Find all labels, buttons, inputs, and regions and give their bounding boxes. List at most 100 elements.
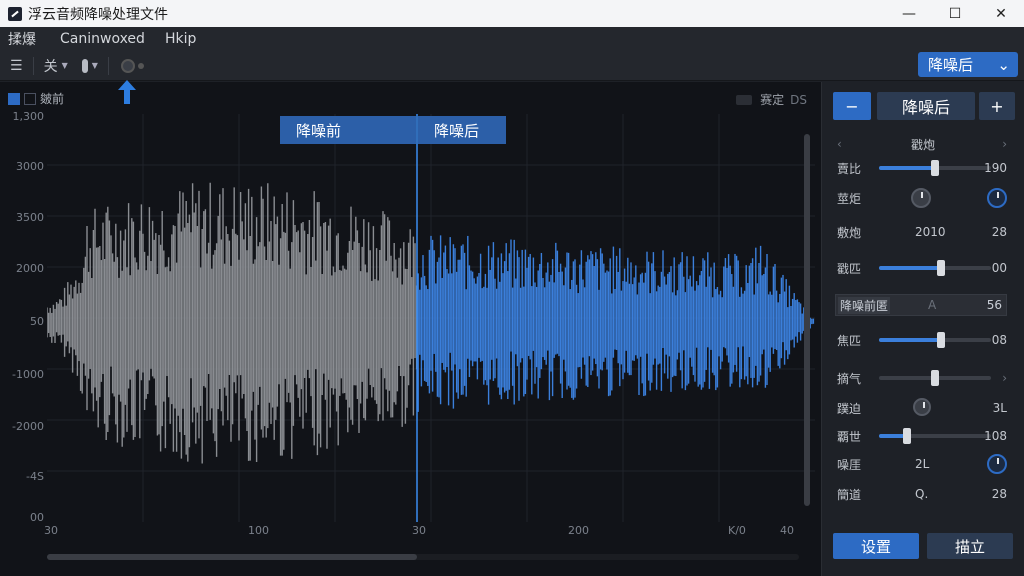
x-tick-label: K/0	[728, 524, 746, 537]
panel-left-label: 皴前	[40, 92, 65, 106]
menu-bar: 揉爆 Caninwoxed Hkip	[0, 27, 1024, 51]
mic-icon	[81, 58, 88, 73]
x-tick-label: 30	[44, 524, 58, 537]
y-tick-label: 1,300	[12, 110, 45, 123]
filter-label: 关	[43, 58, 58, 75]
slider-fill	[879, 266, 941, 270]
waveform-plot[interactable]	[47, 114, 815, 522]
x-tick-label: 200	[568, 524, 589, 537]
maximize-button[interactable]: ☐	[932, 0, 978, 27]
param-value: 28	[991, 225, 1007, 239]
window-title: 浮云音频降噪处理文件	[28, 6, 168, 23]
after-tag: 降噪后	[418, 116, 506, 144]
minus-button[interactable]: −	[833, 92, 871, 120]
caret-down-icon: ▼	[91, 61, 98, 70]
slider-thumb[interactable]	[936, 332, 945, 348]
app-logo-icon	[8, 6, 22, 21]
nav-title: 戳炮	[911, 137, 936, 152]
menu-item-3[interactable]: Hkip	[157, 31, 204, 47]
nav-next-icon[interactable]: ›	[1002, 137, 1007, 151]
param-label: 敷炮	[837, 225, 862, 240]
caret-down-icon: ▼	[61, 61, 68, 70]
x-tick-label: 100	[248, 524, 269, 537]
param-value: 3L	[992, 401, 1007, 415]
knob-control[interactable]	[913, 398, 931, 416]
minimize-button[interactable]: —	[886, 0, 932, 27]
param-slider[interactable]	[879, 428, 991, 444]
settings-panel: − 降噪后 + ‹ 戳炮 › 賣比 190 莖炬 敷炮 2010 28 戳匹 0…	[823, 82, 1024, 576]
record-toggle[interactable]	[120, 58, 144, 73]
slider-thumb[interactable]	[903, 428, 911, 444]
mode-button[interactable]: 降噪后	[877, 92, 975, 120]
horizontal-scrollbar[interactable]	[47, 554, 417, 560]
slider-thumb[interactable]	[931, 370, 939, 386]
y-tick-label: -1000	[12, 368, 44, 381]
apply-button[interactable]: 描立	[927, 533, 1013, 559]
param-value: 108	[984, 429, 1007, 443]
channel-checkbox-icon[interactable]	[8, 92, 20, 105]
param-mid-value: Q.	[915, 487, 929, 501]
panel-right-label: 赛定	[760, 93, 785, 107]
param-mid-value: 2L	[915, 457, 930, 471]
param-value: 190	[984, 161, 1007, 175]
list-icon[interactable]: ☰	[10, 58, 23, 74]
x-tick-label: 40	[780, 524, 794, 537]
before-tag: 降噪前	[280, 116, 416, 144]
dot-icon	[137, 62, 144, 69]
slider-fill	[879, 338, 941, 342]
param-label: 賣比	[837, 161, 862, 176]
toggle-switch[interactable]	[736, 94, 753, 105]
toolbar: ☰ 关 ▼ ▼	[0, 51, 1024, 81]
param-label: 摘气	[837, 371, 862, 386]
param-label: 莖炬	[837, 191, 862, 206]
y-tick-label: 00	[30, 511, 44, 524]
toolbar-divider	[107, 56, 109, 75]
y-tick-label: 50	[30, 315, 44, 328]
y-tick-label: 3500	[16, 211, 44, 224]
plus-button[interactable]: +	[979, 92, 1015, 120]
param-label: 噪厓	[837, 457, 862, 472]
knob-control-active[interactable]	[987, 454, 1007, 474]
slider-thumb[interactable]	[936, 260, 945, 276]
arrow-up-icon	[118, 80, 136, 104]
param-mid-value: A	[928, 298, 937, 312]
settings-button[interactable]: 设置	[833, 533, 919, 559]
param-label: 蹼迫	[837, 401, 862, 416]
menu-item-1[interactable]: 揉爆	[0, 29, 44, 49]
highlight-row[interactable]: 降噪前匿 A 56	[835, 294, 1007, 316]
param-label: 簡道	[837, 487, 862, 502]
knob-control-active[interactable]	[987, 188, 1007, 208]
param-value[interactable]: ›	[1002, 371, 1007, 385]
y-tick-label: 3000	[16, 160, 44, 173]
nav-prev-icon[interactable]: ‹	[837, 137, 842, 151]
chevron-down-icon: ⌄	[997, 55, 1010, 74]
param-mid-value: 2010	[915, 225, 946, 239]
param-value: 28	[991, 487, 1007, 501]
slider-thumb[interactable]	[931, 160, 939, 176]
param-label: 戳匹	[837, 261, 862, 276]
param-label: 焦匹	[837, 333, 862, 348]
param-slider[interactable]	[879, 332, 991, 348]
y-tick-label: -4S	[26, 470, 44, 483]
knob-control[interactable]	[911, 188, 931, 208]
record-icon	[120, 58, 135, 73]
mode-select-value: 降噪后	[928, 56, 974, 74]
mic-dropdown[interactable]: ▼	[81, 58, 98, 73]
vertical-scrollbar[interactable]	[804, 134, 810, 506]
filter-dropdown[interactable]: 关 ▼	[44, 56, 68, 76]
x-tick-label: 30	[412, 524, 426, 537]
mode-select[interactable]: 降噪后 ⌄	[918, 52, 1018, 77]
param-slider[interactable]	[879, 160, 991, 176]
param-value: 08	[991, 333, 1007, 347]
param-slider[interactable]	[879, 260, 991, 276]
param-value: 56	[986, 298, 1002, 312]
close-button[interactable]: ✕	[978, 0, 1024, 27]
y-tick-label: -2000	[12, 420, 44, 433]
param-slider[interactable]	[879, 370, 991, 386]
slider-fill	[879, 166, 935, 170]
menu-item-2[interactable]: Caninwoxed	[52, 31, 153, 47]
panel-right-suffix: DS	[790, 92, 807, 107]
y-tick-label: 2000	[16, 262, 44, 275]
title-bar: 浮云音频降噪处理文件 — ☐ ✕	[0, 0, 1024, 27]
channel-box-icon[interactable]	[24, 92, 36, 105]
